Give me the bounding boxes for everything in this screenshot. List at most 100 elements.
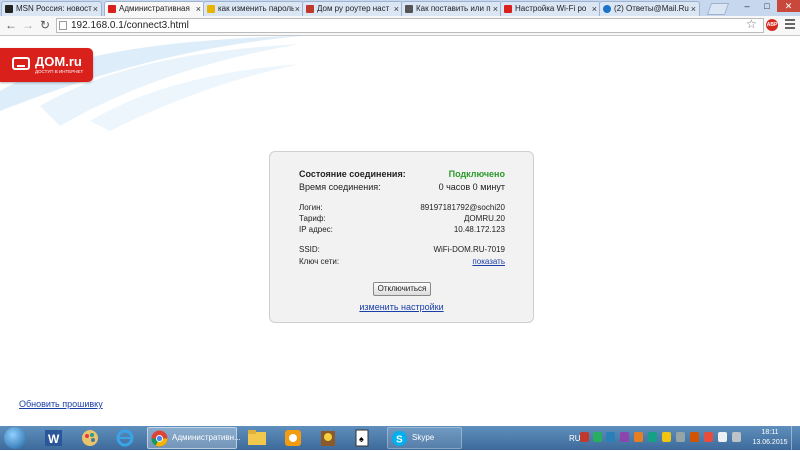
- volume-icon[interactable]: [732, 432, 741, 442]
- tab-label: Дом ру роутер наст: [317, 4, 390, 13]
- tray-app-icon[interactable]: [704, 432, 713, 442]
- taskbar-chrome-label: Административн...: [172, 433, 241, 442]
- tray-app-icon[interactable]: [676, 432, 685, 442]
- domru-favicon-icon: [504, 5, 512, 13]
- tray-app-icon[interactable]: [580, 432, 589, 442]
- tab-close-icon[interactable]: ×: [295, 2, 300, 16]
- connection-time-row: Время соединения: 0 часов 0 минут: [299, 181, 505, 193]
- cloud-favicon-icon: [405, 5, 413, 13]
- reload-button[interactable]: ↻: [38, 18, 52, 32]
- tab-close-icon[interactable]: ×: [691, 2, 696, 16]
- tab-label: (2) Ответы@Mail.Ru: [614, 4, 689, 13]
- show-desktop-button[interactable]: [791, 426, 800, 450]
- yandex-favicon-icon: [207, 5, 215, 13]
- tray-app-icon[interactable]: [690, 432, 699, 442]
- connection-status-panel: Состояние соединения: Подключено Время с…: [269, 151, 534, 323]
- language-indicator[interactable]: RU: [569, 434, 581, 443]
- taskbar-skype-label: Skype: [412, 433, 435, 442]
- tab-label: как изменить пароль: [218, 4, 294, 13]
- connection-state-label: Состояние соединения:: [299, 169, 406, 179]
- tab-close-icon[interactable]: ×: [196, 2, 201, 16]
- page-icon: [59, 21, 67, 30]
- connection-state-row: Состояние соединения: Подключено: [299, 168, 505, 180]
- paint-icon[interactable]: [78, 428, 102, 448]
- minimize-button[interactable]: –: [737, 0, 757, 12]
- connection-state-value: Подключено: [448, 169, 505, 179]
- tray-app-icon[interactable]: [606, 432, 615, 442]
- tab-label: Настройка Wi-Fi ро: [515, 4, 587, 13]
- tab-close-icon[interactable]: ×: [394, 2, 399, 16]
- logo-tagline: ДОСТУП В ИНТЕРНЕТ: [35, 69, 84, 74]
- tab-password[interactable]: как изменить пароль ×: [203, 1, 304, 16]
- tray-app-icon[interactable]: [593, 432, 602, 442]
- domru-favicon-icon: [108, 5, 116, 13]
- game-icon[interactable]: [316, 428, 340, 448]
- mail-favicon-icon: [603, 5, 611, 13]
- clock-date: 13.06.2015: [752, 439, 788, 446]
- ip-row: IP адрес: 10.48.172.123: [299, 224, 505, 236]
- start-button[interactable]: [4, 427, 26, 449]
- taskbar-skype-button[interactable]: S Skype: [387, 427, 462, 449]
- forward-button[interactable]: →: [21, 18, 35, 32]
- app-icon[interactable]: [281, 428, 305, 448]
- maximize-button[interactable]: □: [757, 0, 777, 12]
- tray-app-icon[interactable]: [662, 432, 671, 442]
- close-window-button[interactable]: ✕: [777, 0, 800, 12]
- word-icon[interactable]: W: [42, 428, 66, 448]
- explorer-icon[interactable]: [245, 428, 269, 448]
- tab-close-icon[interactable]: ×: [493, 2, 498, 16]
- connection-time-value: 0 часов 0 минут: [438, 182, 505, 192]
- menu-icon[interactable]: [785, 19, 795, 31]
- ip-label: IP адрес:: [299, 225, 333, 234]
- svg-text:S: S: [396, 435, 403, 446]
- domru-favicon-icon: [306, 5, 314, 13]
- tab-strip: MSN Россия: новост × Административная × …: [0, 0, 800, 16]
- tv-icon: [12, 57, 30, 70]
- connection-time-label: Время соединения:: [299, 182, 381, 192]
- msn-favicon-icon: [5, 5, 13, 13]
- disconnect-button[interactable]: Отключиться: [373, 282, 431, 296]
- chrome-icon: [151, 430, 168, 447]
- tab-msn[interactable]: MSN Россия: новост ×: [1, 1, 102, 16]
- bookmark-star-icon[interactable]: ☆: [746, 17, 757, 31]
- system-tray: [580, 432, 752, 444]
- skype-icon: S: [392, 431, 407, 446]
- tray-app-icon[interactable]: [648, 432, 657, 442]
- clock[interactable]: 18:11 13.06.2015: [752, 428, 788, 448]
- tray-app-icon[interactable]: [634, 432, 643, 442]
- back-button[interactable]: ←: [4, 18, 18, 32]
- tab-label: MSN Россия: новост: [16, 4, 92, 13]
- adblock-icon[interactable]: ABP: [766, 19, 778, 31]
- tab-label: Административная: [119, 4, 190, 13]
- network-key-row: Ключ сети: показать: [299, 256, 505, 268]
- tab-close-icon[interactable]: ×: [93, 2, 98, 16]
- change-settings-link[interactable]: изменить настройки: [270, 302, 533, 312]
- svg-text:W: W: [48, 432, 60, 446]
- tray-app-icon[interactable]: [620, 432, 629, 442]
- svg-text:♠: ♠: [359, 434, 364, 444]
- tab-admin[interactable]: Административная ×: [104, 1, 205, 16]
- taskbar-chrome-button[interactable]: Административн...: [147, 427, 241, 449]
- ssid-value: WiFi-DOM.RU-7019: [433, 245, 505, 254]
- tab-close-icon[interactable]: ×: [592, 2, 597, 16]
- update-firmware-link[interactable]: Обновить прошивку: [19, 399, 103, 409]
- ssid-row: SSID: WiFi-DOM.RU-7019: [299, 244, 505, 256]
- tab-label: Как поставить или п: [416, 4, 491, 13]
- logo-brand: ДОМ.ru: [35, 54, 82, 69]
- taskbar: W Административн... ♠ S Skype RU 18:11 1…: [0, 426, 800, 450]
- ip-value: 10.48.172.123: [453, 225, 505, 234]
- ie-icon[interactable]: [113, 428, 137, 448]
- tab-how-to[interactable]: Как поставить или п ×: [401, 1, 502, 16]
- tab-mail-answers[interactable]: (2) Ответы@Mail.Ru ×: [599, 1, 700, 16]
- domru-logo[interactable]: ДОМ.ru ДОСТУП В ИНТЕРНЕТ: [0, 48, 93, 82]
- show-key-link[interactable]: показать: [472, 256, 505, 268]
- clock-time: 18:11: [761, 429, 779, 436]
- tab-wifi-setup[interactable]: Настройка Wi-Fi ро ×: [500, 1, 601, 16]
- new-tab-button[interactable]: [706, 3, 730, 15]
- page-content: ДОМ.ru ДОСТУП В ИНТЕРНЕТ Состояние соеди…: [0, 36, 800, 426]
- address-bar[interactable]: 192.168.0.1/connect3.html: [56, 18, 764, 33]
- tab-domru-router[interactable]: Дом ру роутер наст ×: [302, 1, 403, 16]
- solitaire-icon[interactable]: ♠: [351, 428, 375, 448]
- browser-toolbar: ← → ↻ 192.168.0.1/connect3.html: [0, 16, 800, 36]
- network-icon[interactable]: [718, 432, 727, 442]
